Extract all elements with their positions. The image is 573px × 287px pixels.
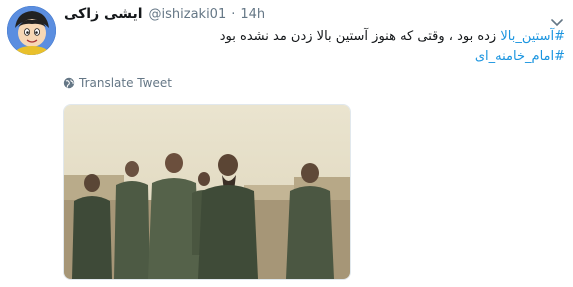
author-display-name[interactable]: ایشی زاکی (64, 6, 143, 22)
tweet-text-line-2: #امام_خامنه_ای (65, 47, 565, 67)
translate-tweet-link[interactable]: Translate Tweet (63, 76, 172, 90)
photo-image (64, 105, 350, 279)
cartoon-avatar-icon (7, 6, 56, 55)
author-handle[interactable]: @ishizaki01 (149, 7, 227, 22)
translate-label: Translate Tweet (79, 76, 172, 90)
avatar[interactable] (7, 6, 56, 55)
hashtag-link[interactable]: #امام_خامنه_ای (475, 49, 565, 64)
tweet: ایشی زاکی @ishizaki01 · 14h #آستین_بالا … (0, 0, 573, 287)
tweet-text: #آستین_بالا زده بود ، وقتی که هنوز آستین… (65, 27, 565, 67)
tweet-header: ایشی زاکی @ishizaki01 · 14h (64, 6, 265, 26)
tweet-timestamp[interactable]: 14h (240, 7, 265, 22)
globe-icon (63, 77, 75, 89)
hashtag-link[interactable]: #آستین_بالا (500, 29, 565, 44)
chevron-down-icon[interactable] (551, 12, 563, 27)
tweet-text-line-1: #آستین_بالا زده بود ، وقتی که هنوز آستین… (65, 27, 565, 47)
tweet-photo[interactable] (63, 104, 351, 280)
tweet-body: زده بود ، وقتی که هنوز آستین بالا زدن مد… (219, 29, 501, 44)
separator-dot: · (231, 7, 236, 22)
